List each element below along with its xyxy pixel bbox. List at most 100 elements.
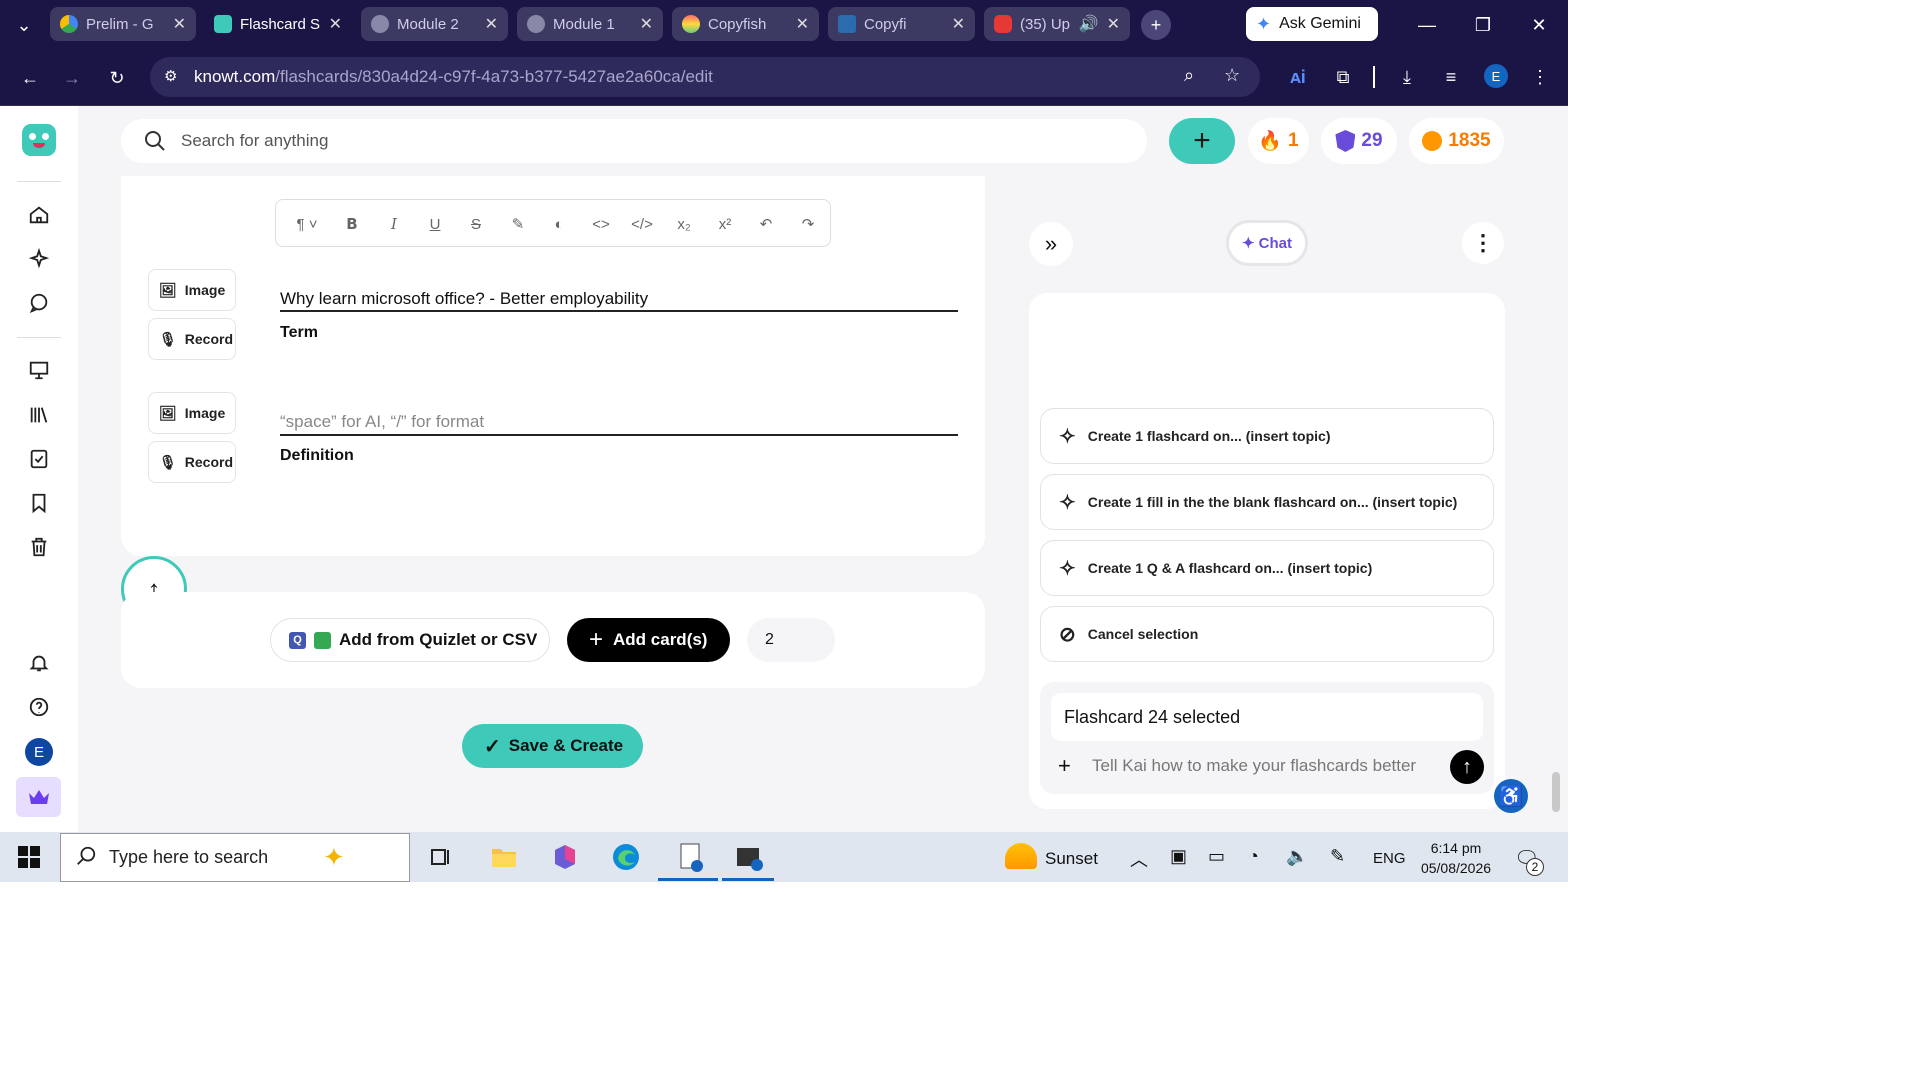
color-palette-icon[interactable]: ◐: [547, 212, 571, 236]
new-tab-button[interactable]: +: [1141, 10, 1171, 40]
trash-icon[interactable]: [24, 532, 54, 562]
profile-avatar[interactable]: E: [1484, 64, 1508, 88]
premium-crown-icon[interactable]: [16, 777, 61, 817]
tab-flashcard[interactable]: Flashcard S ✕: [204, 7, 352, 41]
ask-gemini-button[interactable]: ✦ Ask Gemini: [1246, 7, 1378, 41]
scrollbar-thumb[interactable]: [1552, 772, 1560, 812]
bookmark-star-icon[interactable]: ☆: [1224, 65, 1240, 86]
cancel-selection-button[interactable]: ⊘ Cancel selection: [1040, 606, 1494, 662]
extensions-puzzle-icon[interactable]: ⧉: [1330, 64, 1356, 90]
chat-tab[interactable]: ✦ Chat: [1226, 220, 1308, 266]
bold-icon[interactable]: B: [340, 212, 364, 236]
task-view-icon[interactable]: [424, 840, 458, 874]
close-tab-icon[interactable]: ✕: [796, 14, 809, 34]
suggestion-fill-blank[interactable]: ✧ Create 1 fill in the the blank flashcar…: [1040, 474, 1494, 530]
more-options-icon[interactable]: ⋮: [1462, 222, 1504, 264]
close-tab-icon[interactable]: ✕: [1107, 14, 1120, 34]
suggestion-create-flashcard[interactable]: ✧ Create 1 flashcard on... (insert topic): [1040, 408, 1494, 464]
underline-icon[interactable]: U: [423, 212, 447, 236]
close-tab-icon[interactable]: ✕: [485, 14, 498, 34]
edge-browser-icon[interactable]: [609, 840, 643, 874]
ai-sparkles-icon[interactable]: [24, 244, 54, 274]
media-controls-icon[interactable]: ≡: [1438, 64, 1464, 90]
security-icon[interactable]: ▣: [1170, 846, 1187, 867]
chrome-app-icon[interactable]: [733, 840, 767, 874]
suggestion-q-and-a[interactable]: ✧ Create 1 Q & A flashcard on... (insert …: [1040, 540, 1494, 596]
minimize-button[interactable]: —: [1412, 12, 1442, 38]
reload-button[interactable]: ↻: [103, 64, 131, 92]
streak-badge[interactable]: 🔥 1: [1248, 118, 1309, 164]
definition-image-button[interactable]: 🖼 Image: [148, 392, 236, 434]
term-image-button[interactable]: 🖼 Image: [148, 269, 236, 311]
zoom-icon[interactable]: ⌕: [1184, 65, 1194, 86]
subscript-icon[interactable]: x₂: [672, 212, 696, 236]
library-icon[interactable]: [24, 400, 54, 430]
show-hidden-icons-chevron[interactable]: ︿: [1130, 846, 1148, 872]
term-input[interactable]: Why learn microsoft office? - Better emp…: [280, 289, 648, 309]
undo-icon[interactable]: ↶: [754, 212, 778, 236]
tab-copyfish[interactable]: Copyfish ✕: [672, 7, 819, 41]
close-tab-icon[interactable]: ✕: [329, 14, 342, 34]
definition-record-button[interactable]: 🎙 Record: [148, 441, 236, 483]
tab-module-2[interactable]: Module 2 ✕: [361, 7, 508, 41]
import-quizlet-csv-button[interactable]: Q Add from Quizlet or CSV: [270, 618, 550, 662]
search-input[interactable]: Search for anything: [121, 119, 1147, 163]
coins-badge[interactable]: 1835: [1409, 118, 1504, 164]
notification-bell-icon[interactable]: [24, 648, 54, 678]
volume-icon[interactable]: 🔈: [1286, 846, 1308, 867]
home-icon[interactable]: [24, 200, 54, 230]
sunset-weather-icon[interactable]: [1005, 843, 1037, 869]
close-tab-icon[interactable]: ✕: [173, 14, 186, 34]
wifi-icon[interactable]: ◔: [1248, 846, 1259, 867]
language-indicator[interactable]: ENG: [1373, 850, 1406, 867]
address-bar[interactable]: ⚙ knowt.com/flashcards/830a4d24-c97f-4a7…: [150, 57, 1260, 97]
tab-prelim[interactable]: Prelim - G ✕: [50, 7, 196, 41]
add-cards-button[interactable]: + Add card(s): [567, 618, 730, 662]
clock[interactable]: 6:14 pm 05/08/2026: [1412, 838, 1500, 878]
file-explorer-icon[interactable]: [487, 840, 521, 874]
m365-icon[interactable]: [548, 840, 582, 874]
close-window-button[interactable]: ✕: [1524, 12, 1554, 38]
extension-ai-icon[interactable]: ᴀi: [1285, 64, 1311, 90]
collapse-panel-button[interactable]: »: [1029, 222, 1073, 266]
close-tab-icon[interactable]: ✕: [640, 14, 653, 34]
knowt-logo[interactable]: [22, 124, 56, 156]
card-count-input[interactable]: 2: [747, 618, 835, 662]
taskbar-search-input[interactable]: Type here to search ✦: [60, 833, 410, 882]
term-record-button[interactable]: 🎙 Record: [148, 318, 236, 360]
tab-youtube[interactable]: (35) Up 🔊 ✕: [984, 7, 1130, 41]
pen-icon[interactable]: ✎: [1330, 846, 1345, 867]
help-icon[interactable]: [24, 692, 54, 722]
battery-icon[interactable]: ▭: [1208, 846, 1225, 867]
save-create-button[interactable]: ✓ Save & Create: [462, 724, 643, 768]
notepad-app-icon[interactable]: [674, 840, 708, 874]
redo-icon[interactable]: ↷: [796, 212, 820, 236]
close-tab-icon[interactable]: ✕: [952, 14, 965, 34]
italic-icon[interactable]: I: [382, 212, 406, 236]
site-info-icon[interactable]: ⚙: [164, 67, 177, 85]
attach-plus-icon[interactable]: +: [1058, 753, 1071, 779]
chat-input[interactable]: Tell Kai how to make your flashcards bet…: [1092, 756, 1416, 776]
definition-input[interactable]: “space” for AI, “/” for format: [280, 412, 484, 432]
inline-code-icon[interactable]: <>: [589, 212, 613, 236]
tab-copyfi[interactable]: Copyfi ✕: [828, 7, 975, 41]
restore-button[interactable]: ❐: [1468, 12, 1498, 38]
user-avatar[interactable]: E: [25, 738, 53, 766]
chrome-menu-icon[interactable]: ⋮: [1528, 64, 1552, 90]
accessibility-icon[interactable]: ♿: [1494, 779, 1528, 813]
back-button[interactable]: ←: [16, 64, 44, 92]
windows-start-icon[interactable]: [12, 840, 46, 874]
speaker-icon[interactable]: 🔊: [1079, 14, 1099, 34]
send-button[interactable]: ↑: [1450, 750, 1484, 784]
checklist-icon[interactable]: [24, 444, 54, 474]
strikethrough-icon[interactable]: S: [464, 212, 488, 236]
superscript-icon[interactable]: x²: [713, 212, 737, 236]
level-badge[interactable]: 29: [1321, 118, 1397, 164]
download-icon[interactable]: ⤓: [1394, 64, 1420, 90]
create-plus-button[interactable]: +: [1169, 118, 1235, 164]
highlighter-icon[interactable]: ✎: [506, 212, 530, 236]
chat-bubble-icon[interactable]: [24, 288, 54, 318]
paragraph-format-icon[interactable]: ¶ ˅: [290, 212, 324, 236]
presentation-icon[interactable]: [24, 355, 54, 385]
bookmark-icon[interactable]: [24, 488, 54, 518]
